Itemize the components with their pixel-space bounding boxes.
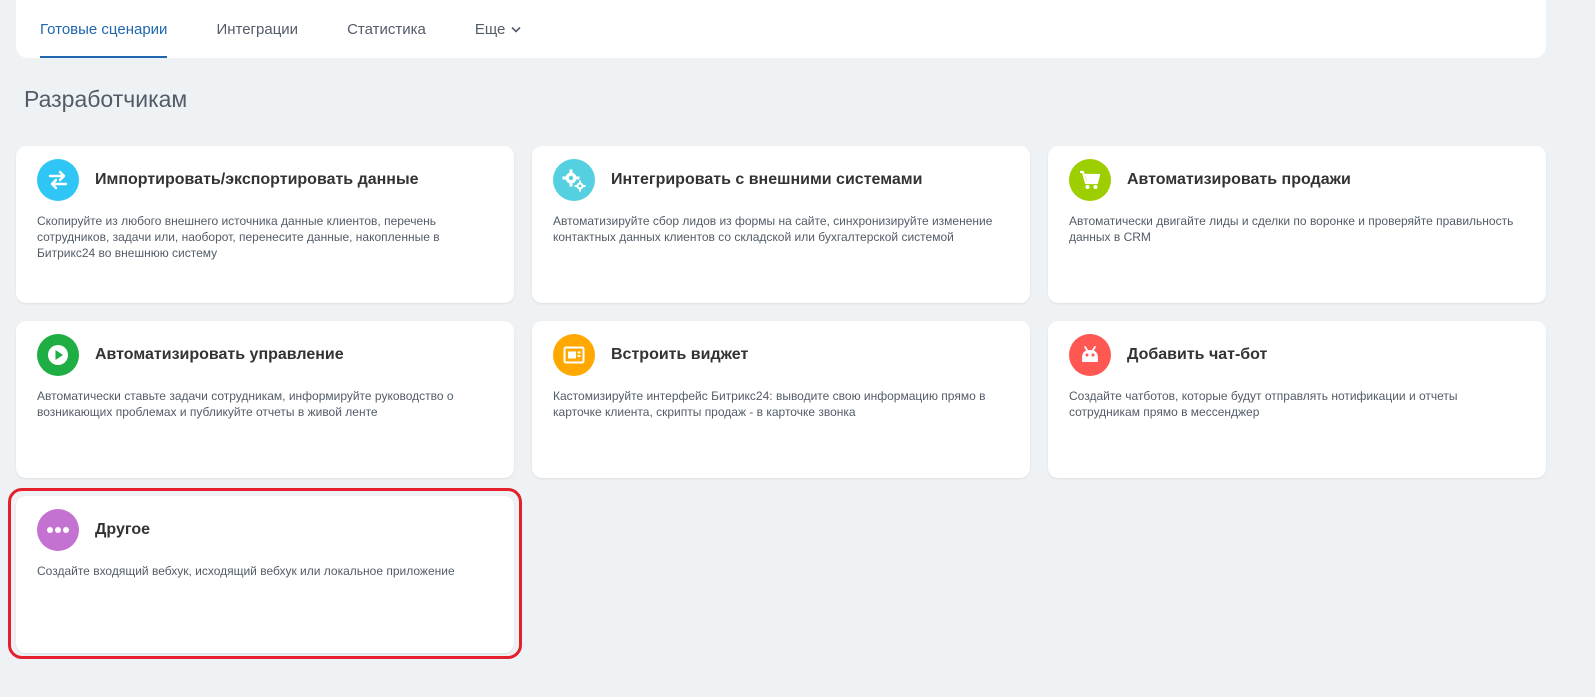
tab-ready-scenarios[interactable]: Готовые сценарии [40,0,168,58]
card-title: Другое [95,521,150,538]
card-embed-widget[interactable]: Встроить виджет Кастомизируйте интерфейс… [532,321,1030,478]
chevron-down-icon [511,26,521,33]
card-other[interactable]: Другое Создайте входящий вебхук, исходящ… [16,496,514,653]
card-import-export[interactable]: Импортировать/экспортировать данные Скоп… [16,146,514,303]
page-title: Разработчикам [24,86,188,112]
gears-icon [553,159,595,201]
card-title: Автоматизировать управление [95,346,344,363]
card-description: Автоматически двигайте лиды и сделки по … [1069,214,1514,244]
widget-icon [553,334,595,376]
card-title: Встроить виджет [611,346,749,363]
cart-icon [1069,159,1111,201]
card-title: Импортировать/экспортировать данные [95,171,419,188]
card-description: Автоматически ставьте задачи сотрудникам… [37,389,454,419]
card-description: Создайте чатботов, которые будут отправл… [1069,389,1458,419]
tab-label: Еще [474,20,506,38]
tab-label: Интеграции [216,20,299,38]
card-description: Кастомизируйте интерфейс Битрикс24: выво… [553,389,986,419]
tab-integrations[interactable]: Интеграции [216,0,298,58]
card-description: Создайте входящий вебхук, исходящий вебх… [37,564,455,578]
tab-label: Статистика [347,20,426,38]
card-automate-sales[interactable]: Автоматизировать продажи Автоматически д… [1048,146,1546,303]
card-integrate-external[interactable]: Интегрировать с внешними системами Автом… [532,146,1030,303]
play-icon [37,334,79,376]
tab-more[interactable]: Еще [475,0,522,58]
tab-label: Готовые сценарии [40,20,168,38]
card-title: Добавить чат-бот [1127,346,1268,363]
card-add-chatbot[interactable]: Добавить чат-бот Создайте чатботов, кото… [1048,321,1546,478]
arrows-exchange-icon [37,159,79,201]
dots-icon [37,509,79,551]
card-description: Скопируйте из любого внешнего источника … [37,214,440,260]
tab-statistics[interactable]: Статистика [347,0,426,58]
robot-icon [1069,334,1111,376]
card-automate-management[interactable]: Автоматизировать управление Автоматическ… [16,321,514,478]
card-title: Автоматизировать продажи [1127,171,1351,188]
scenario-grid: Импортировать/экспортировать данные Скоп… [16,146,1546,653]
top-tabs: Готовые сценарии Интеграции Статистика Е… [16,0,1546,58]
card-title: Интегрировать с внешними системами [611,171,923,188]
card-description: Автоматизируйте сбор лидов из формы на с… [553,214,993,244]
